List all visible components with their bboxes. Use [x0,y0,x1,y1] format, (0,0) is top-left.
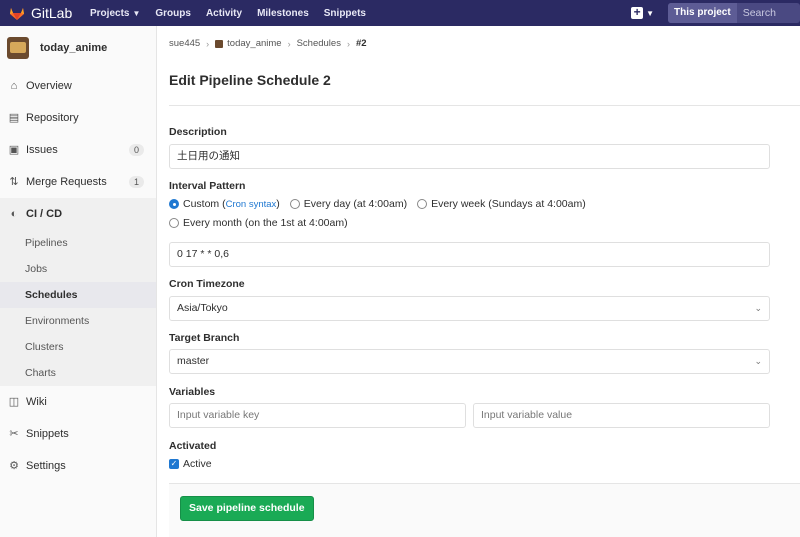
cron-expression-field[interactable]: 0 17 * * 0,6 [169,242,770,267]
sidebar-item-snippets[interactable]: ✂ Snippets [0,418,156,450]
radio-every-day-button[interactable] [289,199,300,209]
radio-every-month[interactable]: Every month (on the 1st at 4:00am) [169,217,348,229]
sidebar-sub-clusters[interactable]: Clusters [0,334,156,360]
breadcrumb-current[interactable]: #2 [356,38,367,49]
sidebar-item-wiki[interactable]: ◫ Wiki [0,386,156,418]
search-input[interactable]: This project Search [668,3,800,23]
cron-timezone-label: Cron Timezone [169,278,245,290]
rocket-icon: ◐ [10,208,18,220]
sidebar-sub-environments[interactable]: Environments [0,308,156,334]
chevron-down-icon: ⌄ [754,356,762,366]
nav-groups[interactable]: Groups [155,8,191,19]
chevron-down-icon: ▼ [646,8,654,18]
plus-icon: + [631,6,644,19]
target-branch-label: Target Branch [169,332,240,344]
activated-label: Activated [169,440,217,452]
scissors-icon: ✂ [9,428,19,440]
cicd-group: ◐ CI / CD Pipelines Jobs Schedules Envir… [0,198,156,386]
sidebar: today_anime ⌂ Overview ▤ Repository ▣ Is… [0,26,157,537]
issues-icon: ▣ [8,144,20,156]
breadcrumb-user[interactable]: sue445 [169,38,200,49]
active-checkbox-row: ✓ Active [169,458,212,470]
target-branch-select[interactable]: master ⌄ [169,349,770,374]
nav-projects[interactable]: Projects ▼ [90,8,140,19]
nav-activity[interactable]: Activity [206,8,242,19]
gitlab-logo[interactable]: GitLab [9,5,79,21]
sidebar-item-issues[interactable]: ▣ Issues 0 [0,134,156,166]
brand-name: GitLab [31,5,73,21]
project-name: today_anime [40,42,108,54]
active-checkbox-label: Active [183,458,212,470]
variables-label: Variables [169,386,216,398]
chevron-right-icon: › [206,38,210,49]
chevron-right-icon: › [346,38,350,49]
doc-icon: ▤ [8,112,20,124]
interval-options-row-2: Every month (on the 1st at 4:00am) [169,217,358,229]
breadcrumb-schedules[interactable]: Schedules [297,38,341,49]
breadcrumb: sue445 › today_anime › Schedules › #2 [169,38,367,49]
interval-pattern-label: Interval Pattern [169,180,246,192]
sidebar-item-cicd[interactable]: ◐ CI / CD [0,198,156,230]
sidebar-item-repository[interactable]: ▤ Repository [0,102,156,134]
gitlab-fox-icon [10,8,24,20]
chevron-down-icon: ▼ [132,8,141,18]
radio-every-day[interactable]: Every day (at 4:00am) [289,198,407,210]
sidebar-sub-jobs[interactable]: Jobs [0,256,156,282]
title-divider [169,105,800,106]
cron-syntax-link[interactable]: Cron syntax [226,199,277,210]
description-label: Description [169,126,227,138]
interval-options-row: Custom (Cron syntax) Every day (at 4:00a… [169,198,596,210]
form-actions: Save pipeline schedule [169,483,800,537]
main-content: sue445 › today_anime › Schedules › #2 Ed… [157,26,800,537]
merge-requests-count-badge: 1 [128,176,144,188]
gear-icon: ⚙ [9,460,19,472]
radio-every-week[interactable]: Every week (Sundays at 4:00am) [417,198,586,210]
chevron-down-icon: ⌄ [754,303,762,313]
top-navbar: GitLab Projects ▼ Groups Activity Milesto… [0,0,800,26]
save-pipeline-schedule-button[interactable]: Save pipeline schedule [180,496,314,521]
variable-value-input[interactable]: Input variable value [473,403,770,428]
book-icon: ◫ [8,396,20,408]
sidebar-sub-schedules[interactable]: Schedules [0,282,156,308]
nav-milestones[interactable]: Milestones [257,8,309,19]
sidebar-item-merge-requests[interactable]: ⇅ Merge Requests 1 [0,166,156,198]
home-icon: ⌂ [10,80,18,92]
new-dropdown-button[interactable]: + ▼ [631,6,654,19]
page-title: Edit Pipeline Schedule 2 [169,72,331,88]
search-scope-badge: This project [668,3,737,23]
sidebar-project-header[interactable]: today_anime [0,26,156,70]
sidebar-sub-pipelines[interactable]: Pipelines [0,230,156,256]
sidebar-sub-charts[interactable]: Charts [0,360,156,386]
radio-every-week-button[interactable] [417,199,428,209]
timezone-select[interactable]: Asia/Tokyo ⌄ [169,296,770,321]
radio-custom-button[interactable] [169,199,179,209]
project-mini-avatar [215,39,224,48]
variable-key-input[interactable]: Input variable key [169,403,466,428]
nav-snippets[interactable]: Snippets [324,8,366,19]
radio-custom[interactable]: Custom (Cron syntax) [169,198,280,210]
search-placeholder: Search [742,7,776,19]
radio-every-month-button[interactable] [169,218,179,228]
sidebar-item-overview[interactable]: ⌂ Overview [0,70,156,102]
project-avatar [7,37,29,59]
chevron-right-icon: › [287,38,291,49]
breadcrumb-project[interactable]: today_anime [227,38,281,49]
active-checkbox[interactable]: ✓ [169,459,179,469]
description-field[interactable]: 土日用の通知 [169,144,770,169]
issues-count-badge: 0 [128,144,144,156]
merge-icon: ⇅ [9,176,19,188]
sidebar-item-settings[interactable]: ⚙ Settings [0,450,156,482]
